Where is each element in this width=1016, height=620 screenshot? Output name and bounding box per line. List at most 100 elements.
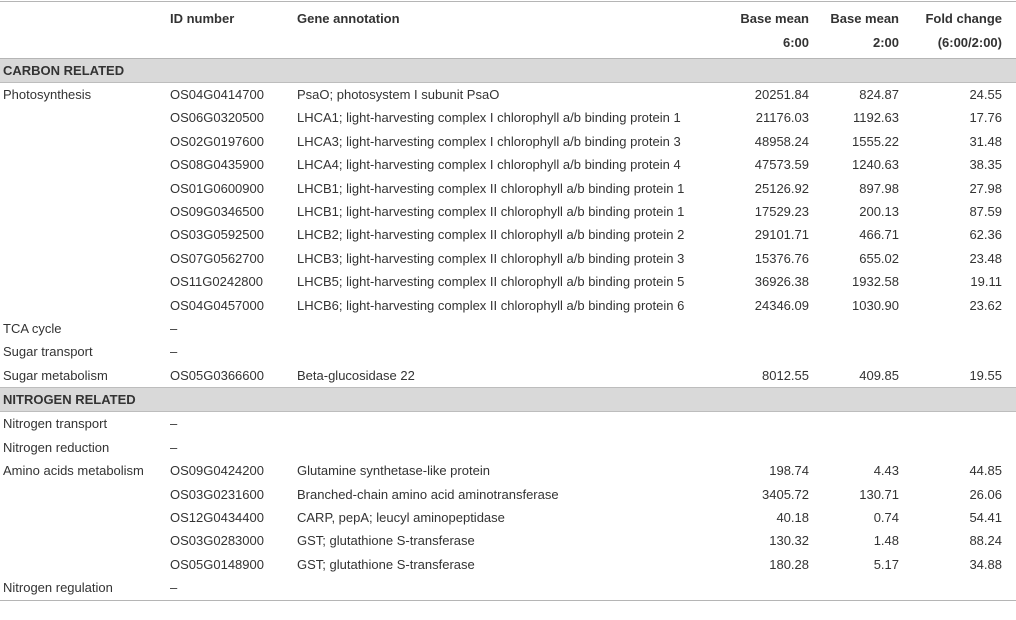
section-title: CARBON RELATED: [0, 58, 1016, 83]
header-base-mean-2: Base mean: [823, 1, 913, 31]
base-mean-2-cell: 655.02: [859, 250, 899, 266]
category-cell: [0, 177, 170, 200]
gene-annotation-cell: LHCA3; light-harvesting complex I chloro…: [297, 133, 681, 149]
base-mean-2-cell: 1192.63: [852, 110, 899, 126]
fold-change-cell: [913, 412, 1016, 436]
gene-annotation-cell: LHCB3; light-harvesting complex II chlor…: [297, 250, 685, 266]
id-number-cell: OS09G0346500: [170, 204, 264, 220]
base-mean-2-cell: 4.43: [873, 463, 899, 479]
fold-change-cell: 23.62: [969, 297, 1002, 313]
base-mean-6-cell: 8012.55: [762, 367, 809, 383]
gene-annotation-cell: PsaO; photosystem I subunit PsaO: [297, 87, 500, 102]
table-row: OS08G0435900 LHCA4; light-harvesting comp…: [0, 153, 1016, 176]
header-gene-annotation: Gene annotation: [297, 1, 716, 31]
category-cell: [0, 247, 170, 270]
base-mean-6-cell: [716, 576, 823, 601]
id-number-cell: OS08G0435900: [170, 157, 264, 173]
table-row: OS03G0231600 Branched-chain amino acid am…: [0, 483, 1016, 506]
header-base-mean-2-time: 2:00: [823, 31, 913, 59]
base-mean-6-cell: [716, 317, 823, 340]
header-fold-change: Fold change: [913, 1, 1016, 31]
base-mean-6-cell: 180.28: [769, 556, 809, 572]
fold-change-cell: 24.55: [969, 87, 1002, 102]
category-cell: Nitrogen regulation: [0, 576, 170, 601]
gene-annotation-cell: LHCB1; light-harvesting complex II chlor…: [297, 180, 685, 196]
fold-change-cell: 38.35: [969, 157, 1002, 173]
base-mean-2-cell: [823, 317, 913, 340]
base-mean-2-cell: 1.48: [873, 533, 899, 549]
category-cell: [0, 200, 170, 223]
base-mean-6-cell: [716, 340, 823, 363]
section-header-row: NITROGEN RELATED: [0, 387, 1016, 413]
category-cell: [0, 506, 170, 529]
gene-annotation-cell: [297, 317, 716, 340]
header-fold-change-ratio: (6:00/2:00): [913, 31, 1016, 59]
table-row: OS02G0197600 LHCA3; light-harvesting comp…: [0, 130, 1016, 153]
id-number-cell: –: [170, 576, 297, 601]
category-cell: TCA cycle: [3, 321, 62, 337]
id-number-cell: OS03G0283000: [170, 533, 264, 549]
base-mean-2-cell: 1240.63: [852, 157, 899, 173]
table-row: Nitrogen reduction –: [0, 436, 1016, 459]
fold-change-cell: 54.41: [969, 509, 1002, 525]
base-mean-2-cell: 130.71: [859, 486, 899, 502]
table-row: OS05G0148900 GST; glutathione S-transfera…: [0, 553, 1016, 576]
id-number-cell: OS07G0562700: [170, 250, 264, 266]
base-mean-2-cell: 200.13: [859, 204, 899, 220]
category-cell: [0, 223, 170, 246]
fold-change-cell: 62.36: [969, 227, 1002, 243]
table-row: OS01G0600900 LHCB1; light-harvesting comp…: [0, 177, 1016, 200]
table-row: OS09G0346500 LHCB1; light-harvesting comp…: [0, 200, 1016, 223]
fold-change-cell: 23.48: [969, 250, 1002, 266]
table-row: Sugar metabolism OS05G0366600 Beta-glucosi…: [0, 364, 1016, 388]
category-cell: Nitrogen reduction: [3, 439, 110, 455]
base-mean-6-cell: 47573.59: [754, 157, 809, 173]
gene-annotation-cell: Beta-glucosidase 22: [297, 367, 415, 383]
id-number-cell: OS04G0414700: [170, 87, 264, 102]
header-id-number: ID number: [170, 1, 297, 31]
header-base-mean-6-time: 6:00: [716, 31, 823, 59]
id-number-cell: OS02G0197600: [170, 133, 264, 149]
table-row: OS03G0283000 GST; glutathione S-transfera…: [0, 529, 1016, 552]
id-number-cell: –: [170, 416, 178, 432]
table-body: CARBON RELATED Photosynthesis OS04G0414700…: [0, 58, 1016, 601]
table-row: OS03G0592500 LHCB2; light-harvesting comp…: [0, 223, 1016, 246]
gene-annotation-cell: Branched-chain amino acid aminotransfera…: [297, 486, 559, 502]
base-mean-6-cell: 48958.24: [754, 133, 809, 149]
category-cell: [0, 553, 170, 576]
base-mean-2-cell: 1932.58: [852, 274, 899, 290]
table-row: OS06G0320500 LHCA1; light-harvesting comp…: [0, 106, 1016, 129]
base-mean-6-cell: 20251.84: [754, 87, 809, 102]
header-base-mean-6: Base mean: [716, 1, 823, 31]
gene-annotation-cell: [297, 576, 716, 601]
id-number-cell: –: [170, 344, 178, 360]
gene-annotation-cell: LHCA1; light-harvesting complex I chloro…: [297, 110, 681, 126]
category-cell: [0, 130, 170, 153]
fold-change-cell: [913, 317, 1016, 340]
fold-change-cell: 88.24: [969, 533, 1002, 549]
category-cell: [0, 483, 170, 506]
gene-annotation-cell: GST; glutathione S-transferase: [297, 556, 475, 572]
table-row: OS04G0457000 LHCB6; light-harvesting comp…: [0, 294, 1016, 317]
gene-annotation-cell: [297, 340, 716, 363]
id-number-cell: –: [170, 439, 178, 455]
table-row: Nitrogen transport –: [0, 412, 1016, 436]
id-number-cell: OS01G0600900: [170, 180, 264, 196]
fold-change-cell: 44.85: [969, 463, 1002, 479]
gene-annotation-cell: [297, 436, 716, 459]
base-mean-2-cell: 824.87: [859, 87, 899, 102]
section-title: NITROGEN RELATED: [0, 387, 1016, 413]
table-header: ID number Gene annotation Base mean Base…: [0, 1, 1016, 59]
id-number-cell: OS11G0242800: [170, 274, 263, 290]
header-category: [0, 1, 170, 31]
id-number-cell: OS09G0424200: [170, 463, 264, 479]
fold-change-cell: 17.76: [969, 110, 1002, 126]
fold-change-cell: [913, 340, 1016, 363]
base-mean-6-cell: [716, 412, 823, 436]
base-mean-2-cell: 0.74: [873, 509, 899, 525]
gene-annotation-cell: LHCA4; light-harvesting complex I chloro…: [297, 157, 681, 173]
base-mean-6-cell: [716, 436, 823, 459]
category-cell: Amino acids metabolism: [3, 463, 144, 479]
fold-change-cell: [913, 436, 1016, 459]
base-mean-6-cell: 21176.03: [755, 110, 809, 126]
